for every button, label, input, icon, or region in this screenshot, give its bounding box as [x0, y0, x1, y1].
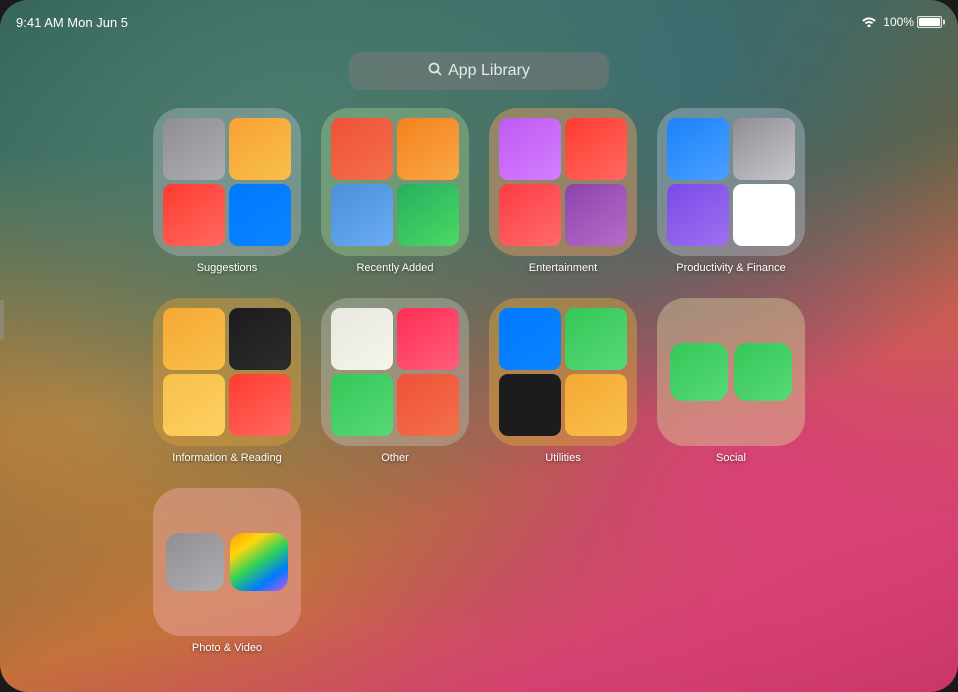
ipad-screen: 9:41 AM Mon Jun 5 100% App Lib [0, 0, 958, 692]
status-bar: 9:41 AM Mon Jun 5 100% [0, 0, 958, 36]
folder-label-recently-added: Recently Added [356, 262, 433, 274]
folder-recently-added[interactable]: Recently Added [321, 108, 469, 274]
folder-label-social: Social [716, 452, 746, 464]
app-icon-books[interactable] [163, 308, 225, 370]
app-icon-camera[interactable] [166, 533, 224, 591]
app-icon-numbers[interactable] [397, 184, 459, 246]
folder-info-reading[interactable]: Information & Reading [153, 298, 301, 464]
app-icon-mail[interactable] [229, 184, 291, 246]
app-icon-stocks[interactable] [229, 308, 291, 370]
app-icon-home[interactable] [229, 118, 291, 180]
folder-label-utilities: Utilities [545, 452, 580, 464]
app-icon-app-store[interactable] [499, 308, 561, 370]
folder-social[interactable]: Social [657, 298, 805, 464]
battery-icon [917, 16, 942, 28]
folder-other[interactable]: Other [321, 298, 469, 464]
app-icon-photo-booth[interactable] [565, 118, 627, 180]
search-bar[interactable]: App Library [349, 52, 609, 90]
app-icon-swift[interactable] [397, 374, 459, 436]
folder-label-entertainment: Entertainment [529, 262, 597, 274]
app-icon-pages[interactable] [397, 118, 459, 180]
folder-photo-video[interactable]: Photo & Video [153, 488, 301, 654]
app-grid: Suggestions Recently Added [153, 108, 805, 654]
app-icon-swift[interactable] [331, 118, 393, 180]
wifi-icon [861, 14, 877, 30]
search-icon [428, 62, 442, 80]
app-icon-settings[interactable] [163, 118, 225, 180]
app-icon-contacts[interactable] [733, 118, 795, 180]
app-icon-calendar[interactable] [733, 184, 795, 246]
app-icon-reminders[interactable] [163, 184, 225, 246]
folder-label-other: Other [381, 452, 409, 464]
app-icon-freeform[interactable] [331, 308, 393, 370]
app-icon-photos[interactable] [230, 533, 288, 591]
app-icon-messages[interactable] [734, 343, 792, 401]
folder-utilities[interactable]: Utilities [489, 298, 637, 464]
app-icon-news[interactable] [229, 374, 291, 436]
app-icon-music[interactable] [499, 184, 561, 246]
folder-label-suggestions: Suggestions [197, 262, 258, 274]
app-icon-health[interactable] [397, 308, 459, 370]
folder-label-photo-video: Photo & Video [192, 642, 262, 654]
app-icon-superstar[interactable] [499, 118, 561, 180]
app-icon-find-my[interactable] [565, 308, 627, 370]
folder-productivity[interactable]: Productivity & Finance [657, 108, 805, 274]
folder-suggestions[interactable]: Suggestions [153, 108, 301, 274]
folder-entertainment[interactable]: Entertainment [489, 108, 637, 274]
app-icon-maps[interactable] [331, 374, 393, 436]
app-icon-multi[interactable] [565, 374, 627, 436]
app-icon-keynote[interactable] [331, 184, 393, 246]
folder-label-info-reading: Information & Reading [172, 452, 281, 464]
status-time: 9:41 AM Mon Jun 5 [16, 15, 128, 30]
battery-percent: 100% [883, 15, 914, 29]
app-icon-loupe[interactable] [499, 374, 561, 436]
app-icon-facetime[interactable] [670, 343, 728, 401]
battery-indicator: 100% [883, 15, 942, 29]
app-icon-podcasts[interactable] [565, 184, 627, 246]
status-right: 100% [861, 14, 942, 30]
folder-label-productivity: Productivity & Finance [676, 262, 785, 274]
side-button[interactable] [0, 300, 4, 340]
app-icon-files[interactable] [667, 118, 729, 180]
app-icon-tips[interactable] [163, 374, 225, 436]
search-placeholder: App Library [448, 62, 530, 80]
app-icon-shortcuts[interactable] [667, 184, 729, 246]
